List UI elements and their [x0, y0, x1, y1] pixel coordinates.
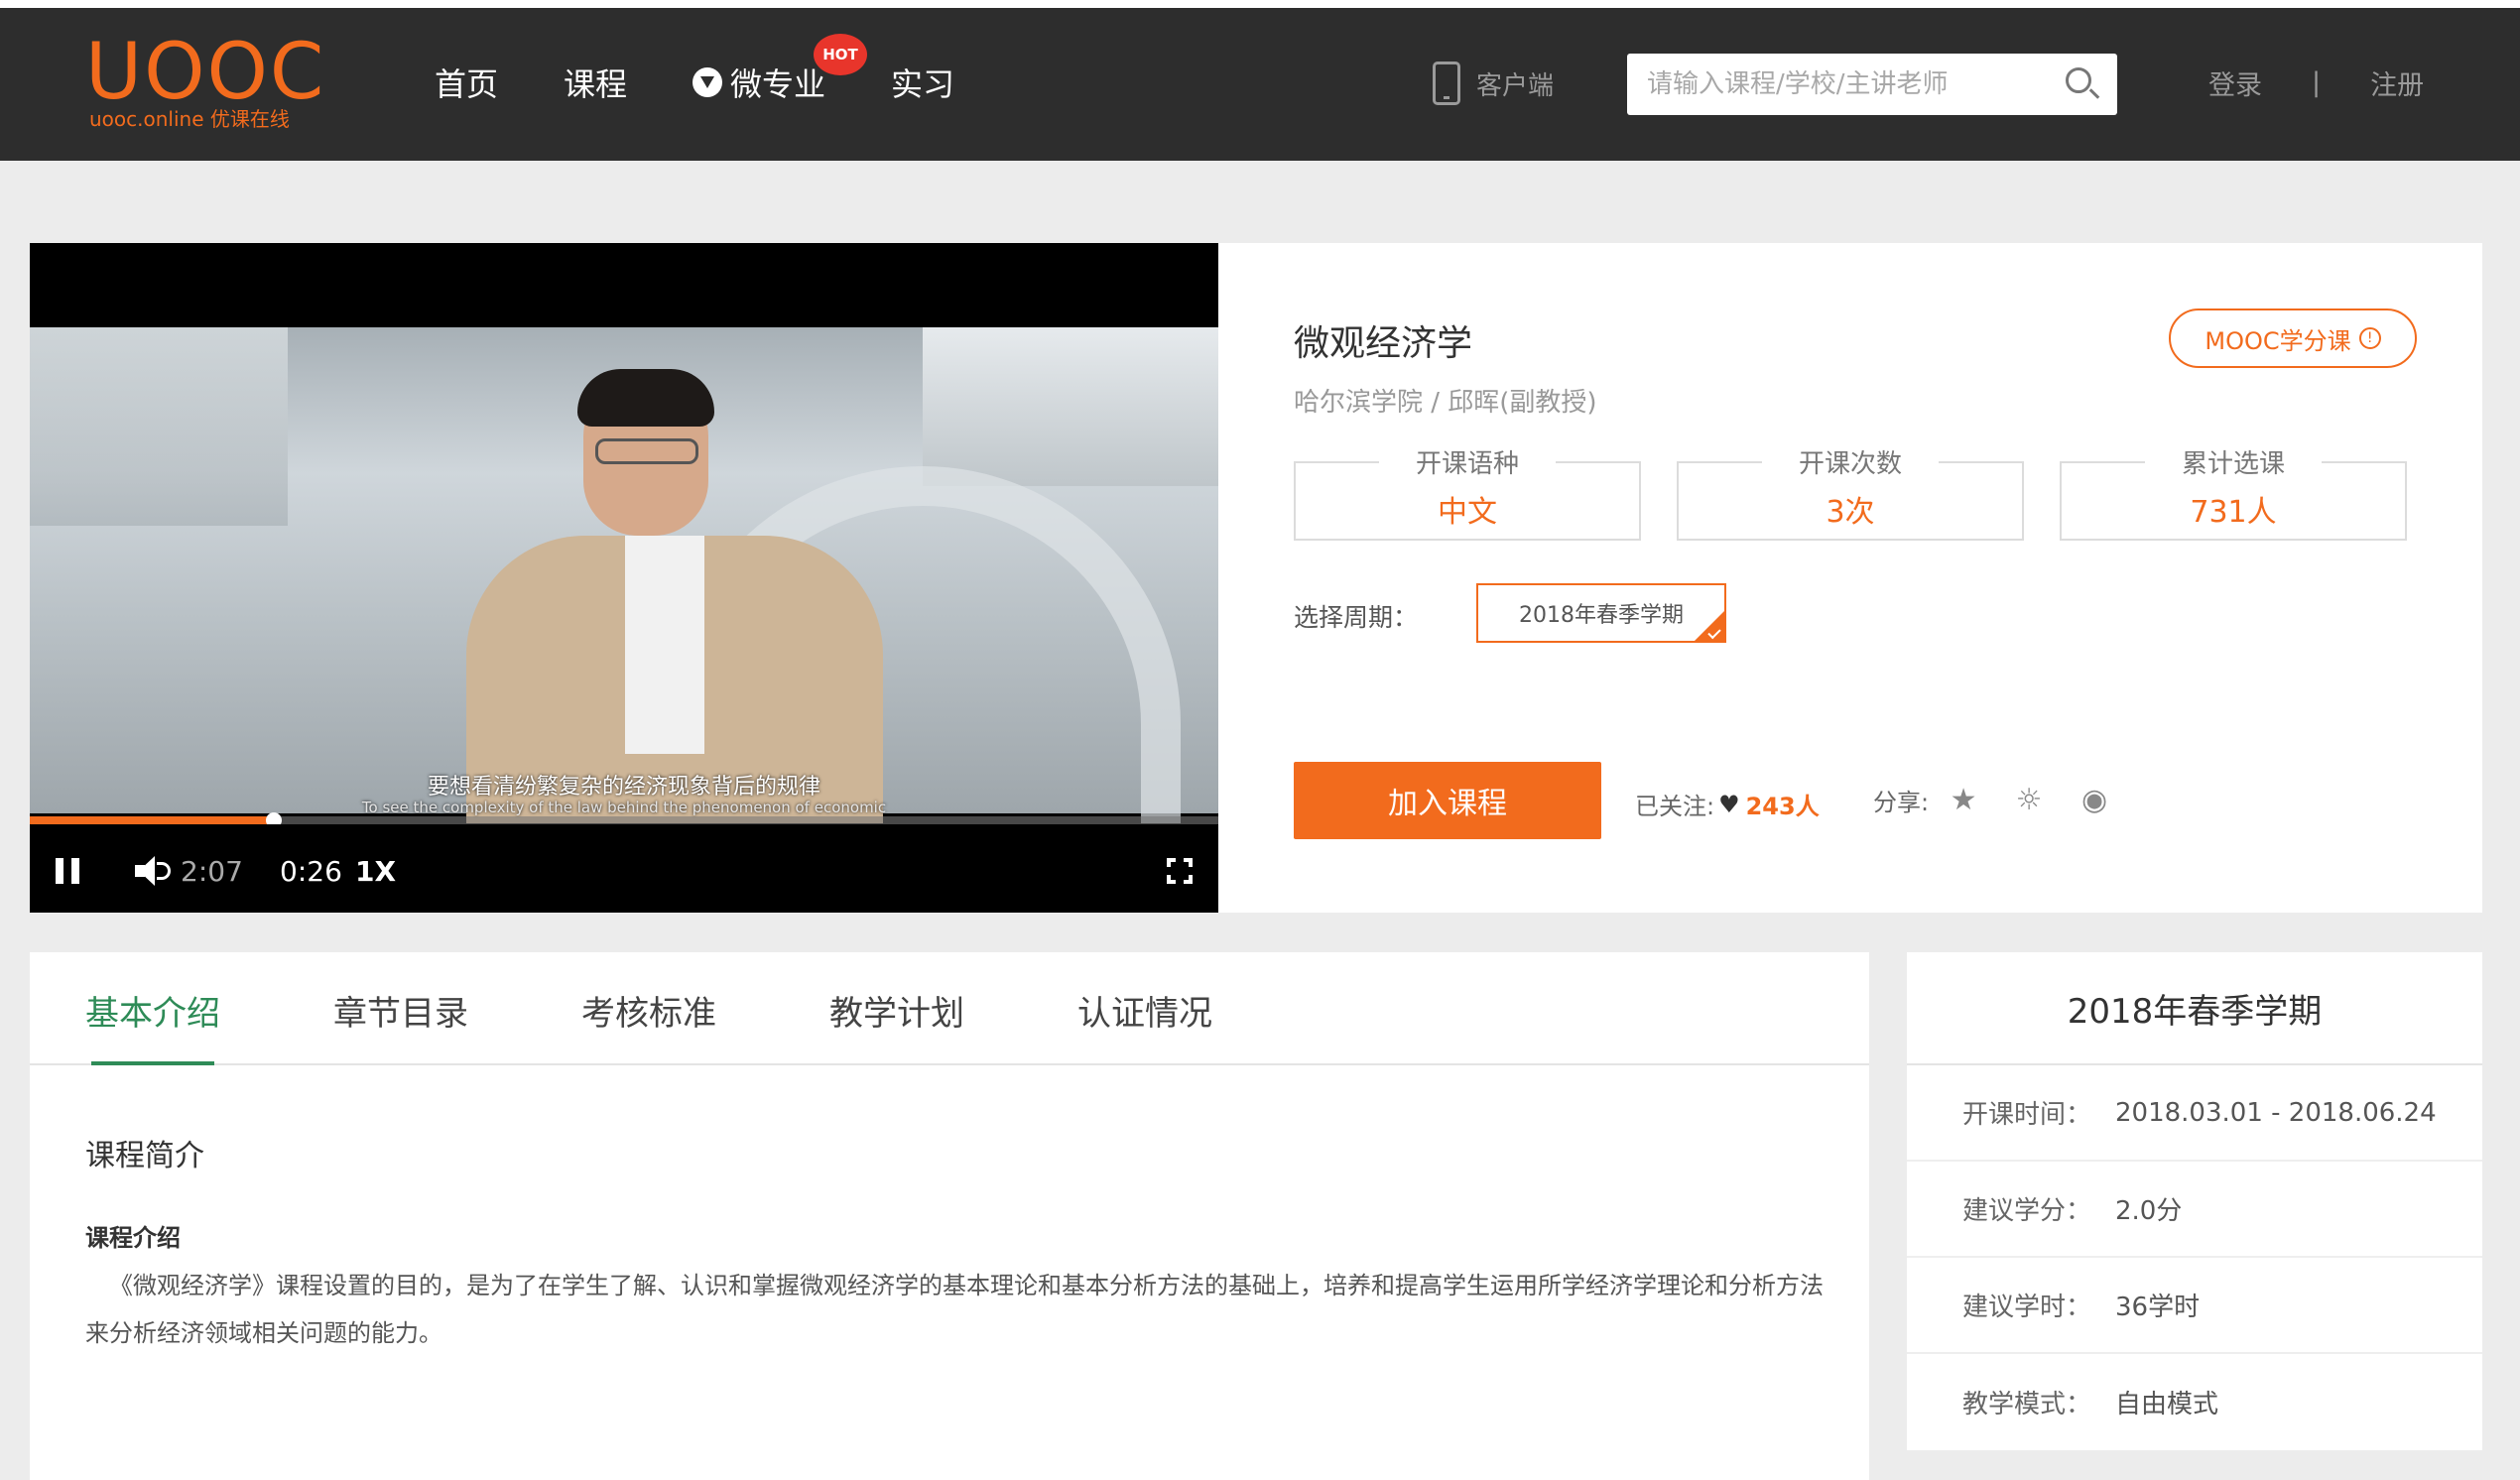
playback-rate-button[interactable]: 1X: [355, 855, 396, 888]
video-progress-fill: [30, 816, 274, 824]
nav-micro-major[interactable]: 微专业 HOT: [693, 34, 868, 105]
lecturer-shirt: [625, 536, 704, 754]
subtitle-en: To see the complexity of the law behind …: [361, 799, 887, 816]
term-info-sidebar: 2018年春季学期 开课时间： 2018.03.01 - 2018.06.24 …: [1907, 952, 2482, 1450]
client-label: 客户端: [1476, 70, 1555, 101]
course-info-card: 微观经济学 MOOC学分课 ! 哈尔滨学院 / 邱晖(副教授) 开课语种 中文 …: [1218, 243, 2482, 913]
course-detail-panel: 基本介绍 章节目录 考核标准 教学计划 认证情况 课程简介 课程介绍 《微观经济…: [30, 952, 1869, 1480]
intro-subtitle: 课程介绍: [85, 1224, 181, 1252]
stat-language-value: 中文: [1438, 495, 1497, 530]
video-player[interactable]: 要想看清纷繁复杂的经济现象背后的规律 To see the complexity…: [30, 243, 1218, 913]
tab-teaching-plan[interactable]: 教学计划: [829, 986, 964, 1035]
nav-internship-label: 实习: [891, 65, 955, 103]
top-header: UOOC uooc.online 优课在线 首页 课程 微专业 HOT 实习 客…: [0, 0, 2520, 161]
video-progress-bar[interactable]: [30, 812, 1218, 828]
period-selector[interactable]: 2018年春季学期: [1476, 583, 1726, 643]
header-top-strip: [0, 0, 2520, 8]
period-label: 选择周期：: [1294, 603, 1419, 632]
school-teacher: 哈尔滨学院 / 邱晖(副教授): [1294, 388, 1597, 418]
term-row-key: 建议学分：: [1962, 1196, 2092, 1226]
term-row-value: 2018.03.01 - 2018.06.24: [2115, 1097, 2437, 1128]
video-total-time: 2:07: [181, 855, 243, 888]
term-row-value: 2.0分: [2115, 1196, 2183, 1226]
term-row-credits: 建议学分： 2.0分: [1907, 1162, 2482, 1258]
term-row-key: 开课时间：: [1962, 1100, 2092, 1130]
stat-language: 开课语种 中文: [1294, 449, 1641, 541]
follow-count: 243人: [1745, 793, 1820, 820]
search-box: [1627, 54, 2117, 115]
auth-links: 登录 | 注册: [2208, 63, 2424, 102]
video-bg-panel-right: [923, 327, 1218, 486]
section-title: 课程简介: [85, 1139, 204, 1173]
logo-mark: UOOC: [85, 28, 326, 117]
hot-badge: HOT: [814, 34, 868, 75]
login-link[interactable]: 登录: [2208, 63, 2262, 102]
weizhuanye-icon: [693, 67, 723, 97]
lecturer-figure: [466, 367, 883, 823]
tab-certification[interactable]: 认证情况: [1077, 986, 1212, 1035]
period-selector-value: 2018年春季学期: [1519, 603, 1684, 628]
site-logo[interactable]: UOOC uooc.online 优课在线: [85, 28, 326, 131]
stat-sessions-value: 3次: [1826, 495, 1875, 530]
term-row-dates: 开课时间： 2018.03.01 - 2018.06.24: [1907, 1065, 2482, 1162]
term-row-hours: 建议学时： 36学时: [1907, 1258, 2482, 1354]
info-icon: !: [2358, 327, 2381, 349]
tab-basic-intro[interactable]: 基本介绍: [85, 986, 220, 1035]
stat-enrollments: 累计选课 731人: [2060, 449, 2407, 541]
tab-chapters[interactable]: 章节目录: [333, 986, 468, 1035]
follow-label: 已关注:: [1635, 793, 1715, 820]
join-course-button[interactable]: 加入课程: [1294, 762, 1601, 839]
video-current-time: 0:26: [280, 855, 342, 888]
stat-sessions: 开课次数 3次: [1677, 449, 2024, 541]
logo-subtitle: uooc.online 优课在线: [89, 107, 290, 131]
heart-icon: ♥: [1718, 790, 1740, 818]
follow-status[interactable]: 已关注: ♥ 243人: [1635, 787, 1820, 821]
search-input[interactable]: [1647, 63, 2044, 105]
wechat-icon[interactable]: ◉: [2076, 781, 2113, 818]
pause-icon[interactable]: [56, 858, 79, 884]
term-row-value: 自由模式: [2115, 1390, 2219, 1419]
weibo-icon[interactable]: ☼: [2010, 781, 2048, 818]
nav-courses-label: 课程: [564, 65, 628, 103]
term-row-mode: 教学模式： 自由模式: [1907, 1354, 2482, 1450]
stat-enrollments-label: 累计选课: [2181, 449, 2285, 479]
stat-sessions-label: 开课次数: [1798, 449, 1902, 479]
video-bg-panel-left: [30, 327, 288, 526]
client-download-link[interactable]: 客户端: [1433, 62, 1554, 105]
video-frame: [30, 327, 1218, 823]
nav-micro-major-label: 微专业: [730, 65, 826, 103]
term-row-value: 36学时: [2115, 1293, 2201, 1322]
term-title: 2018年春季学期: [1907, 952, 2482, 1065]
term-row-key: 建议学时：: [1962, 1293, 2092, 1322]
volume-icon[interactable]: [135, 856, 171, 886]
auth-separator: |: [2312, 67, 2322, 98]
qzone-star-icon[interactable]: ★: [1945, 781, 1982, 818]
share-bar: 分享: ★ ☼ ◉: [1873, 781, 2113, 818]
nav-home-label: 首页: [435, 65, 499, 103]
video-controls: 2:07 0:26 1X: [30, 824, 1218, 913]
course-title: 微观经济学: [1294, 323, 1473, 364]
share-label: 分享:: [1873, 788, 1930, 816]
search-icon[interactable]: [2066, 67, 2091, 93]
lecturer-glasses: [595, 438, 698, 464]
active-tab-underline: [91, 1061, 214, 1065]
nav-internship[interactable]: 实习: [891, 60, 954, 105]
register-link[interactable]: 注册: [2370, 63, 2424, 102]
mooc-credit-label: MOOC学分课: [2205, 326, 2351, 355]
subtitle-cn: 要想看清纷繁复杂的经济现象背后的规律: [427, 775, 820, 800]
term-row-key: 教学模式：: [1962, 1390, 2092, 1419]
detail-tabs: 基本介绍 章节目录 考核标准 教学计划 认证情况: [30, 952, 1869, 1065]
nav-home[interactable]: 首页: [435, 60, 498, 105]
fullscreen-icon[interactable]: [1167, 858, 1193, 884]
mooc-credit-button[interactable]: MOOC学分课 !: [2169, 308, 2417, 368]
nav-courses[interactable]: 课程: [564, 60, 627, 105]
lecturer-hair: [577, 369, 714, 427]
stat-enrollments-value: 731人: [2190, 495, 2277, 530]
mobile-phone-icon: [1433, 62, 1460, 105]
intro-paragraph: 《微观经济学》课程设置的目的，是为了在学生了解、认识和掌握微观经济学的基本理论和…: [85, 1272, 1824, 1347]
stat-language-label: 开课语种: [1415, 449, 1519, 479]
main-nav: 首页 课程 微专业 HOT 实习: [435, 34, 1020, 107]
tab-assessment[interactable]: 考核标准: [581, 986, 716, 1035]
